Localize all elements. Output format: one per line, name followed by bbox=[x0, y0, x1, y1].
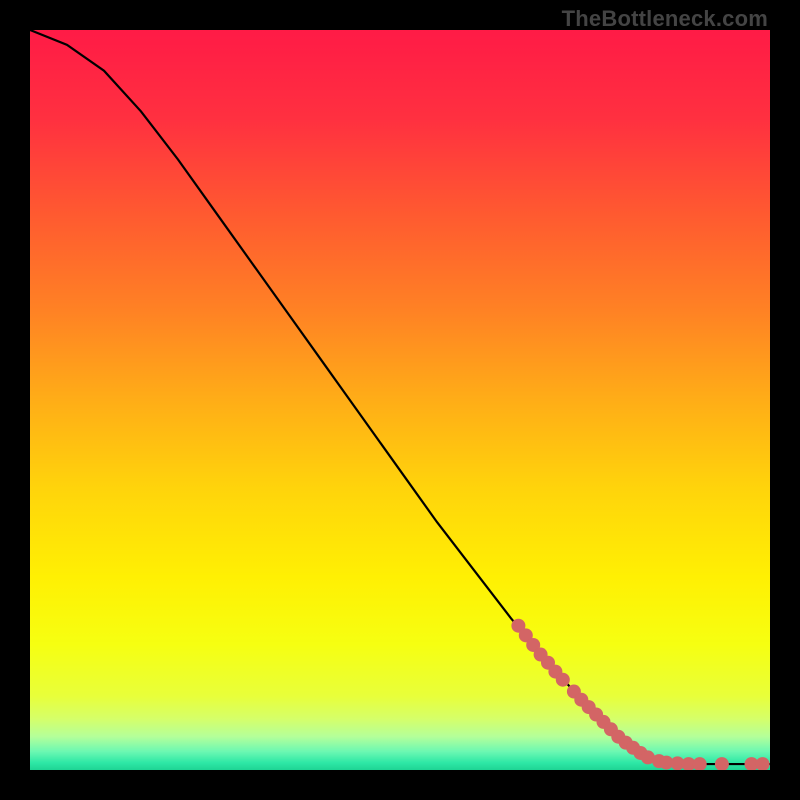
watermark-text: TheBottleneck.com bbox=[562, 6, 768, 32]
chart-svg bbox=[30, 30, 770, 770]
gradient-background bbox=[30, 30, 770, 770]
data-marker bbox=[556, 673, 570, 687]
chart-area bbox=[30, 30, 770, 770]
